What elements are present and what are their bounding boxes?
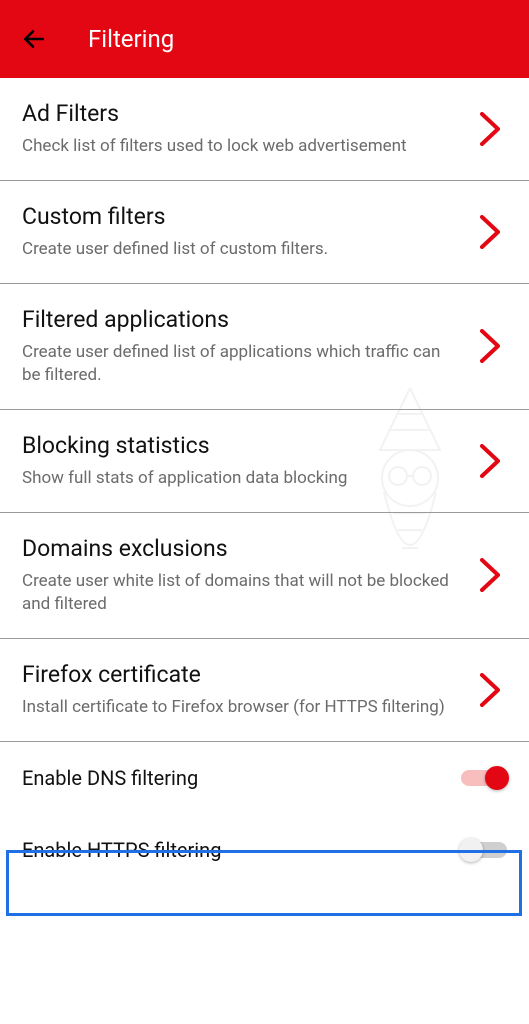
chevron-right-icon <box>473 324 507 368</box>
item-firefox-certificate[interactable]: Firefox certificate Install certificate … <box>0 639 529 742</box>
chevron-right-icon <box>473 107 507 151</box>
chevron-right-icon <box>473 210 507 254</box>
row-enable-https-filtering: Enable HTTPS filtering <box>0 814 529 886</box>
item-text: Custom filters Create user defined list … <box>22 203 473 261</box>
item-text: Domains exclusions Create user white lis… <box>22 535 473 616</box>
toggle-https-filtering[interactable] <box>461 839 507 861</box>
toggle-dns-filtering[interactable] <box>461 767 507 789</box>
item-title: Filtered applications <box>22 306 461 333</box>
item-subtitle: Check list of filters used to lock web a… <box>22 135 461 158</box>
item-title: Domains exclusions <box>22 535 461 562</box>
header-bar: Filtering <box>0 0 529 78</box>
settings-list: Ad Filters Check list of filters used to… <box>0 78 529 886</box>
chevron-right-icon <box>473 439 507 483</box>
toggle-label: Enable DNS filtering <box>22 766 461 790</box>
item-text: Ad Filters Check list of filters used to… <box>22 100 473 158</box>
item-subtitle: Create user defined list of applications… <box>22 341 461 387</box>
item-text: Filtered applications Create user define… <box>22 306 473 387</box>
item-subtitle: Show full stats of application data bloc… <box>22 467 461 490</box>
page-title: Filtering <box>88 25 174 53</box>
item-text: Blocking statistics Show full stats of a… <box>22 432 473 490</box>
item-custom-filters[interactable]: Custom filters Create user defined list … <box>0 181 529 284</box>
item-ad-filters[interactable]: Ad Filters Check list of filters used to… <box>0 78 529 181</box>
item-subtitle: Create user defined list of custom filte… <box>22 238 461 261</box>
back-arrow-icon[interactable] <box>18 23 50 55</box>
item-filtered-applications[interactable]: Filtered applications Create user define… <box>0 284 529 410</box>
item-domains-exclusions[interactable]: Domains exclusions Create user white lis… <box>0 513 529 639</box>
toggle-thumb <box>459 838 483 862</box>
row-enable-dns-filtering: Enable DNS filtering <box>0 742 529 814</box>
item-title: Firefox certificate <box>22 661 461 688</box>
chevron-right-icon <box>473 668 507 712</box>
item-blocking-statistics[interactable]: Blocking statistics Show full stats of a… <box>0 410 529 513</box>
item-text: Firefox certificate Install certificate … <box>22 661 473 719</box>
item-title: Ad Filters <box>22 100 461 127</box>
item-title: Blocking statistics <box>22 432 461 459</box>
toggle-label: Enable HTTPS filtering <box>22 838 461 862</box>
toggle-thumb <box>485 766 509 790</box>
item-title: Custom filters <box>22 203 461 230</box>
item-subtitle: Create user white list of domains that w… <box>22 570 461 616</box>
item-subtitle: Install certificate to Firefox browser (… <box>22 696 461 719</box>
chevron-right-icon <box>473 553 507 597</box>
